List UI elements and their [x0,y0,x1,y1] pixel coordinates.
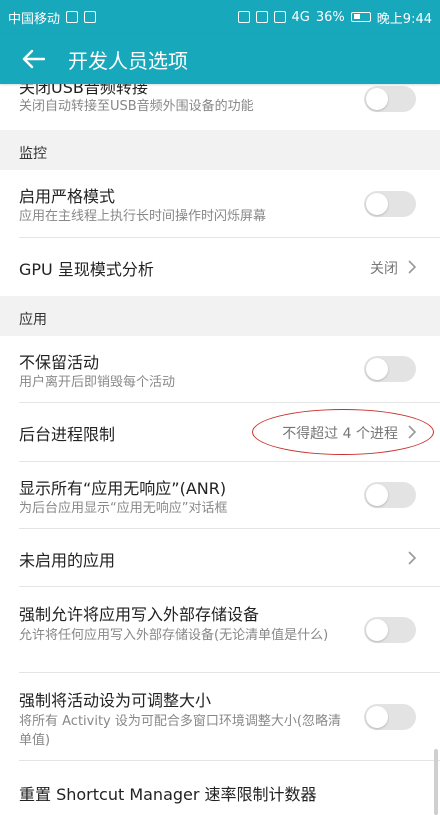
annotation-ellipse [252,409,434,455]
anr-title: 显示所有“应用无响应”(ANR) [19,479,227,498]
inactive-apps-row[interactable]: 未启用的应用 [0,529,440,587]
force-resizable-row[interactable]: 强制将活动设为可调整大小 将所有 Activity 设为可配合多窗口环境调整大小… [0,673,440,761]
section-header-apps: 应用 [0,296,440,336]
notification-icon [84,11,97,23]
gpu-profile-row[interactable]: GPU 呈现模式分析 关闭 [0,238,440,296]
anr-subtitle: 为后台应用显示“应用无响应”对话框 [19,501,228,516]
anr-row[interactable]: 显示所有“应用无响应”(ANR) 为后台应用显示“应用无响应”对话框 [0,462,440,529]
usb-icon [66,11,79,23]
usb-audio-toggle[interactable] [364,86,416,112]
bluetooth-icon [255,11,268,23]
force-resizable-toggle[interactable] [364,704,416,730]
section-label-monitor: 监控 [19,146,47,162]
reset-shortcut-title: 重置 Shortcut Manager 速率限制计数器 [19,785,317,804]
page-title: 开发人员选项 [68,48,188,73]
chevron-right-icon [408,260,417,274]
dont-keep-title: 不保留活动 [19,353,100,372]
usb-audio-title: 关闭USB音频转接 [19,84,148,97]
strict-mode-row[interactable]: 启用严格模式 应用在主线程上执行长时间操作时闪烁屏幕 [0,170,440,238]
inactive-apps-title: 未启用的应用 [19,551,116,570]
settings-list[interactable]: 关闭USB音频转接 关闭自动转接至USB音频外围设备的功能 监控 启用严格模式 … [0,84,440,815]
force-resizable-subtitle: 将所有 Activity 设为可配合多窗口环境调整大小(忽略清单值) [19,714,341,748]
headset-icon [237,11,250,23]
force-external-toggle[interactable] [364,617,416,643]
usb-audio-subtitle: 关闭自动转接至USB音频外围设备的功能 [19,99,254,114]
anr-toggle[interactable] [364,482,416,508]
strict-mode-subtitle: 应用在主线程上执行长时间操作时闪烁屏幕 [19,209,267,224]
background-limit-title: 后台进程限制 [19,425,116,444]
strict-mode-toggle[interactable] [364,191,416,217]
scrollbar[interactable] [434,749,438,815]
carrier-label: 中国移动 [8,11,61,27]
back-arrow-icon[interactable] [18,44,48,74]
app-bar: 开发人员选项 [0,34,440,84]
gpu-profile-title: GPU 呈现模式分析 [19,260,154,279]
force-resizable-title: 强制将活动设为可调整大小 [19,691,212,710]
force-external-title: 强制允许将应用写入外部存储设备 [19,605,260,624]
gpu-profile-value: 关闭 [370,261,398,277]
dont-keep-activities-row[interactable]: 不保留活动 用户离开后即销毁每个活动 [0,336,440,403]
force-external-subtitle: 允许将任何应用写入外部存储设备(无论清单值是什么) [19,628,329,643]
usb-audio-row[interactable]: 关闭USB音频转接 关闭自动转接至USB音频外围设备的功能 [0,84,440,130]
signal-label: 4G [291,9,310,25]
strict-mode-title: 启用严格模式 [19,187,116,206]
dont-keep-subtitle: 用户离开后即销毁每个活动 [19,375,176,390]
section-label-apps: 应用 [19,312,47,328]
clock: 晚上9:44 [376,11,432,27]
alarm-icon [273,11,286,23]
chevron-right-icon [408,551,417,565]
section-header-monitor: 监控 [0,130,440,170]
battery-percent: 36% [315,9,345,25]
dont-keep-toggle[interactable] [364,356,416,382]
reset-shortcut-row[interactable]: 重置 Shortcut Manager 速率限制计数器 [0,761,440,815]
battery-icon [350,12,371,22]
status-bar: 中国移动 4G 36% 晚上9:44 [0,0,440,34]
force-external-storage-row[interactable]: 强制允许将应用写入外部存储设备 允许将任何应用写入外部存储设备(无论清单值是什么… [0,587,440,673]
